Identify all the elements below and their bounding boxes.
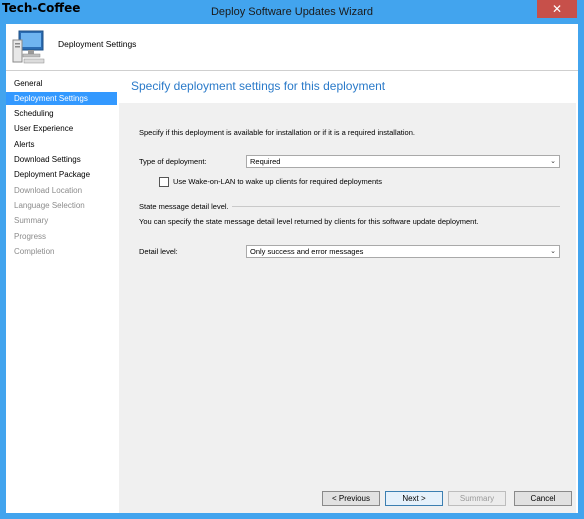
- step-deployment-package[interactable]: Deployment Package: [6, 168, 117, 181]
- header-title: Deployment Settings: [58, 39, 137, 49]
- wizard-step-list: General Deployment Settings Scheduling U…: [6, 71, 117, 513]
- wizard-header: Deployment Settings: [6, 24, 578, 71]
- step-alerts[interactable]: Alerts: [6, 138, 117, 151]
- detail-level-label: Detail level:: [139, 247, 178, 256]
- step-deployment-settings[interactable]: Deployment Settings: [6, 92, 117, 105]
- wake-on-lan-checkbox[interactable]: [159, 177, 169, 187]
- page-heading: Specify deployment settings for this dep…: [131, 79, 386, 93]
- state-message-heading: State message detail level.: [139, 202, 229, 211]
- previous-button[interactable]: < Previous: [322, 491, 380, 506]
- main-panel: Specify deployment settings for this dep…: [119, 71, 576, 513]
- title-bar[interactable]: Tech-Coffee Deploy Software Updates Wiza…: [0, 0, 584, 24]
- step-user-experience[interactable]: User Experience: [6, 122, 117, 135]
- wake-on-lan-label: Use Wake-on-LAN to wake up clients for r…: [173, 177, 382, 186]
- cancel-button[interactable]: Cancel: [514, 491, 572, 506]
- intro-text: Specify if this deployment is available …: [139, 128, 415, 137]
- type-of-deployment-value: Required: [250, 157, 281, 166]
- computer-icon: [12, 30, 45, 64]
- detail-level-select[interactable]: Only success and error messages ⌄: [246, 245, 560, 258]
- type-of-deployment-select[interactable]: Required ⌄: [246, 155, 560, 168]
- step-general[interactable]: General: [6, 77, 117, 90]
- step-download-settings[interactable]: Download Settings: [6, 153, 117, 166]
- close-icon[interactable]: ✕: [537, 0, 577, 18]
- window-title: Deploy Software Updates Wizard: [210, 6, 373, 18]
- page-banner: Specify deployment settings for this dep…: [119, 71, 576, 103]
- step-summary: Summary: [14, 216, 49, 225]
- detail-level-value: Only success and error messages: [250, 247, 364, 256]
- summary-button: Summary: [448, 491, 506, 506]
- wizard-client-area: Deployment Settings General Deployment S…: [6, 24, 578, 513]
- step-language-selection: Language Selection: [14, 201, 85, 210]
- state-message-description: You can specify the state message detail…: [139, 217, 479, 226]
- step-progress: Progress: [14, 232, 47, 241]
- wizard-window: Tech-Coffee Deploy Software Updates Wiza…: [0, 0, 584, 519]
- step-download-location: Download Location: [14, 186, 83, 195]
- chevron-down-icon: ⌄: [550, 248, 556, 255]
- chevron-down-icon: ⌄: [550, 158, 556, 165]
- next-button[interactable]: Next >: [385, 491, 443, 506]
- section-divider: [232, 206, 560, 207]
- type-of-deployment-label: Type of deployment:: [139, 157, 207, 166]
- step-completion: Completion: [14, 247, 55, 256]
- step-scheduling[interactable]: Scheduling: [6, 107, 117, 120]
